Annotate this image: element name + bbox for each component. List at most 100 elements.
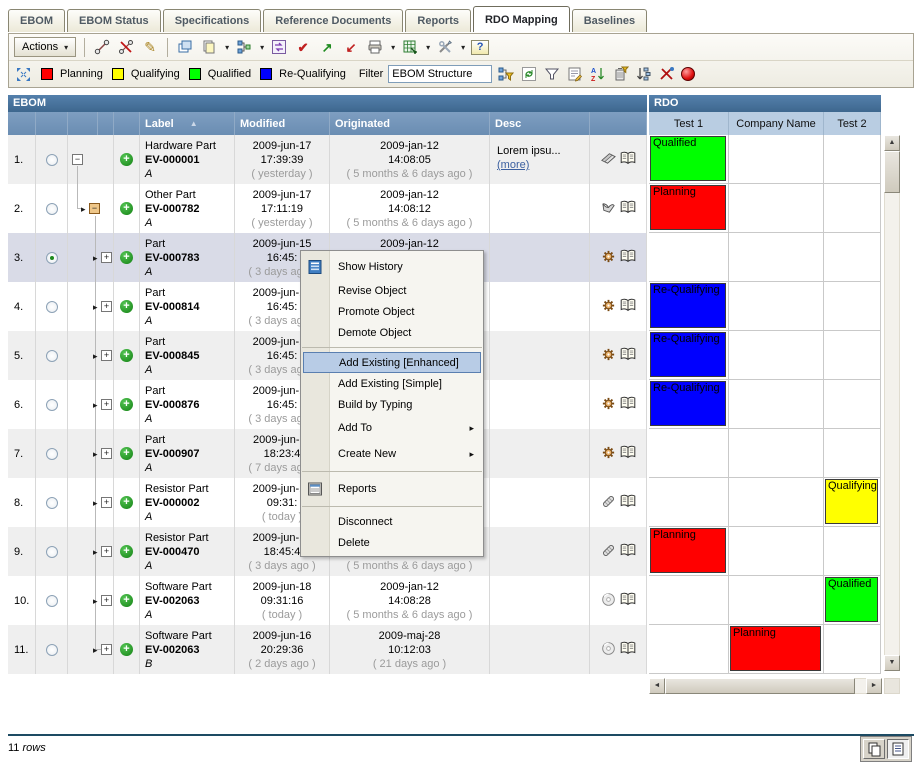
scroll-right-button[interactable]: ► [866, 678, 882, 694]
chevron-down-icon[interactable]: ▾ [391, 43, 395, 52]
rdo-cell-test1[interactable]: Re-Qualifying [649, 380, 729, 429]
promote-arrow-icon[interactable]: ↗ [318, 37, 336, 57]
tree-sort-icon[interactable] [635, 64, 653, 84]
tree-expand-box[interactable]: + [101, 252, 112, 263]
tree-collapse-box[interactable]: − [72, 154, 83, 165]
scroll-up-button[interactable]: ▲ [884, 135, 900, 151]
book-icon[interactable] [620, 396, 636, 413]
vertical-scrollbar[interactable]: ▲ ▼ [884, 135, 900, 671]
book-icon[interactable] [620, 543, 636, 560]
rdo-cell-company[interactable] [729, 331, 824, 380]
scroll-thumb[interactable] [665, 678, 855, 694]
green-plus-icon[interactable]: + [120, 153, 133, 166]
green-plus-icon[interactable]: + [120, 496, 133, 509]
filter-input[interactable] [388, 65, 492, 83]
filter-structure-icon[interactable] [497, 64, 515, 84]
rdo-cell-test1[interactable]: Re-Qualifying [649, 331, 729, 380]
menu-item-reports[interactable]: Reports [301, 476, 483, 502]
rdo-cell-test2[interactable]: Qualifying [824, 478, 881, 527]
rdo-cell-test2[interactable]: Qualified [824, 576, 881, 625]
rdo-cell-company[interactable] [729, 429, 824, 478]
validate-check-icon[interactable]: ✔ [294, 37, 312, 57]
header-cell-company-name[interactable]: Company Name [729, 112, 824, 135]
menu-item-promote-object[interactable]: Promote Object [301, 301, 483, 322]
rdo-cell-company[interactable] [729, 576, 824, 625]
row-radio-button[interactable] [46, 497, 58, 509]
header-cell-originated[interactable]: Originated [330, 112, 490, 135]
status-block[interactable]: Re-Qualifying [650, 332, 726, 377]
menu-item-revise-object[interactable]: Revise Object [301, 280, 483, 301]
row-radio-button[interactable] [46, 154, 58, 166]
remove-tool-icon[interactable] [658, 64, 676, 84]
status-block[interactable]: Qualified [650, 136, 726, 181]
sort-ascending-icon[interactable]: ▲ [190, 119, 198, 128]
tab-ebom[interactable]: EBOM [8, 9, 65, 32]
tree-expand-box[interactable]: + [101, 301, 112, 312]
rdo-cell-test1[interactable] [649, 576, 729, 625]
row-radio-button[interactable] [46, 252, 58, 264]
book-icon[interactable] [620, 249, 636, 266]
rdo-cell-test1[interactable] [649, 233, 729, 282]
menu-item-build-by-typing[interactable]: Build by Typing [301, 394, 483, 415]
rdo-cell-test1[interactable] [649, 625, 729, 674]
actions-menu-button[interactable]: Actions ▾ [14, 37, 76, 57]
chevron-down-icon[interactable]: ▾ [426, 43, 430, 52]
tree-expand-box[interactable]: + [101, 448, 112, 459]
tree-expand-box[interactable]: + [101, 644, 112, 655]
rdo-cell-company[interactable] [729, 380, 824, 429]
rdo-cell-test2[interactable] [824, 135, 881, 184]
scroll-down-button[interactable]: ▼ [884, 655, 900, 671]
row-radio-button[interactable] [46, 595, 58, 607]
copy-icon[interactable] [200, 37, 218, 57]
menu-item-add-to[interactable]: Add To▸ [301, 415, 483, 441]
green-plus-icon[interactable]: + [120, 300, 133, 313]
rdo-cell-test2[interactable] [824, 625, 881, 674]
green-plus-icon[interactable]: + [120, 545, 133, 558]
book-icon[interactable] [620, 494, 636, 511]
demote-arrow-icon[interactable]: ↙ [342, 37, 360, 57]
rdo-cell-test2[interactable] [824, 331, 881, 380]
green-plus-icon[interactable]: + [120, 349, 133, 362]
status-block[interactable]: Planning [650, 528, 726, 573]
rdo-cell-test2[interactable] [824, 380, 881, 429]
status-block[interactable]: Re-Qualifying [650, 283, 726, 328]
tab-baselines[interactable]: Baselines [572, 9, 647, 32]
status-block[interactable]: Qualifying [825, 479, 878, 524]
horizontal-scrollbar[interactable]: ◄ ► [649, 678, 882, 694]
rdo-cell-test2[interactable] [824, 233, 881, 282]
green-plus-icon[interactable]: + [120, 447, 133, 460]
rdo-cell-test1[interactable]: Qualified [649, 135, 729, 184]
book-icon[interactable] [620, 151, 636, 168]
scroll-left-button[interactable]: ◄ [649, 678, 665, 694]
tree-expand-box[interactable]: + [101, 399, 112, 410]
row-radio-button[interactable] [46, 203, 58, 215]
status-block[interactable]: Qualified [825, 577, 878, 622]
book-icon[interactable] [620, 200, 636, 217]
rdo-cell-test2[interactable] [824, 429, 881, 478]
rdo-cell-test1[interactable]: Planning [649, 527, 729, 576]
rdo-cell-company[interactable] [729, 478, 824, 527]
green-plus-icon[interactable]: + [120, 202, 133, 215]
disconnect-icon[interactable] [117, 37, 135, 57]
header-cell-desc[interactable]: Desc [490, 112, 590, 135]
tab-ebom-status[interactable]: EBOM Status [67, 9, 161, 32]
header-cell-test1[interactable]: Test 1 [649, 112, 729, 135]
menu-item-demote-object[interactable]: Demote Object [301, 322, 483, 343]
header-cell-test2[interactable]: Test 2 [824, 112, 881, 135]
expand-all-icon[interactable] [14, 64, 32, 84]
book-icon[interactable] [620, 347, 636, 364]
row-radio-button[interactable] [46, 301, 58, 313]
rdo-cell-company[interactable] [729, 282, 824, 331]
help-icon[interactable]: ? [471, 40, 489, 55]
rdo-cell-company[interactable] [729, 135, 824, 184]
tools-icon[interactable] [436, 37, 454, 57]
rdo-cell-test1[interactable] [649, 478, 729, 527]
rdo-cell-company[interactable] [729, 527, 824, 576]
chevron-down-icon[interactable]: ▾ [225, 43, 229, 52]
book-icon[interactable] [620, 445, 636, 462]
sort-az-icon[interactable]: AZ [589, 64, 607, 84]
edit-table-icon[interactable] [566, 64, 584, 84]
book-icon[interactable] [620, 592, 636, 609]
rdo-cell-company[interactable] [729, 233, 824, 282]
status-block[interactable]: Re-Qualifying [650, 381, 726, 426]
